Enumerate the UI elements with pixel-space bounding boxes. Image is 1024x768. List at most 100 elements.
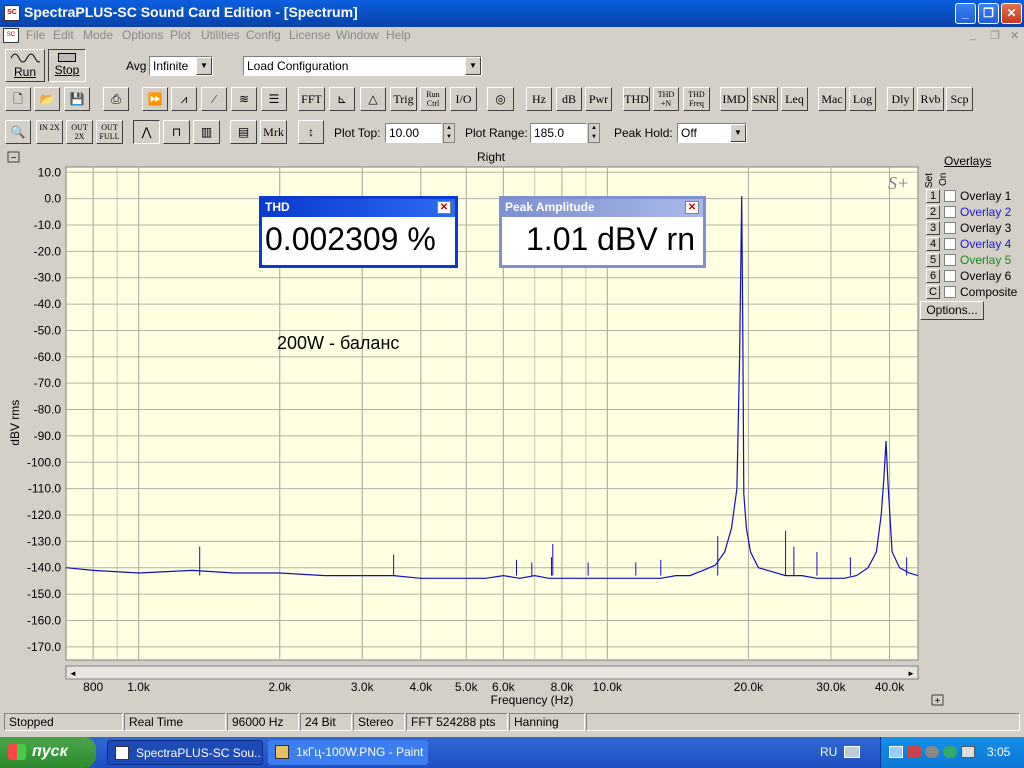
keyboard-icon[interactable] xyxy=(844,746,860,758)
thd-freq-button[interactable]: THD Freq xyxy=(683,87,710,111)
hz-button[interactable]: Hz xyxy=(526,87,552,111)
overlay-checkbox[interactable] xyxy=(944,270,956,282)
open-folder-icon[interactable]: 📂 xyxy=(34,87,60,111)
scroll-right-icon: ► xyxy=(907,669,915,678)
start-button[interactable]: пуск xyxy=(0,737,96,768)
chevron-down-icon[interactable]: ▼ xyxy=(730,124,746,142)
chevron-down-icon[interactable]: ▼ xyxy=(196,57,212,75)
dly-button[interactable]: Dly xyxy=(887,87,914,111)
scp-button[interactable]: Scp xyxy=(946,87,973,111)
fft-button[interactable]: FFT xyxy=(298,87,325,111)
overlay-checkbox[interactable] xyxy=(944,286,956,298)
document-icon[interactable]: SC xyxy=(3,28,19,43)
network-icon[interactable] xyxy=(889,746,903,758)
peak-hold-select[interactable]: Off ▼ xyxy=(677,123,747,143)
close-icon[interactable]: ✕ xyxy=(685,201,699,214)
menu-help[interactable]: Help xyxy=(386,28,411,42)
save-icon[interactable]: 💾 xyxy=(64,87,90,111)
menu-window[interactable]: Window xyxy=(336,28,379,42)
overlay-set-button[interactable]: 6 xyxy=(926,269,940,283)
zoom-out-full-button[interactable]: OUT FULL xyxy=(96,120,123,144)
language-indicator[interactable]: RU xyxy=(820,745,837,759)
stop-button[interactable]: Stop xyxy=(48,49,86,82)
overlay-checkbox[interactable] xyxy=(944,222,956,234)
overlay-set-button[interactable]: 5 xyxy=(926,253,940,267)
horizontal-scrollbar[interactable] xyxy=(65,665,919,680)
mdi-close-button[interactable]: ✕ xyxy=(1010,29,1019,42)
menu-mode[interactable]: Mode xyxy=(83,28,113,42)
minimize-button[interactable]: _ xyxy=(955,3,976,24)
overlay-set-button[interactable]: 3 xyxy=(926,221,940,235)
plot-top-input[interactable]: 10.00 xyxy=(385,123,442,143)
fast-forward-icon[interactable]: ⏩ xyxy=(142,87,168,111)
overlay-checkbox[interactable] xyxy=(944,254,956,266)
overlay-checkbox[interactable] xyxy=(944,238,956,250)
pwr-button[interactable]: Pwr xyxy=(585,87,612,111)
chevron-down-icon[interactable]: ▼ xyxy=(465,57,481,75)
thd-n-button[interactable]: THD +N xyxy=(653,87,679,111)
new-icon[interactable]: 🗋 xyxy=(5,87,31,111)
avg-select[interactable]: Infinite ▼ xyxy=(149,56,213,76)
thd-panel[interactable]: THD ✕ 0.002309 % xyxy=(259,196,458,268)
run-ctrl-button[interactable]: Run Ctrl xyxy=(420,87,446,111)
db-button[interactable]: dB xyxy=(556,87,582,111)
security-alert-icon[interactable] xyxy=(907,746,921,758)
menu-config[interactable]: Config xyxy=(246,28,281,42)
vertical-scale-icon[interactable]: ↕ xyxy=(298,120,324,144)
overlay-checkbox[interactable] xyxy=(944,206,956,218)
menu-edit[interactable]: Edit xyxy=(53,28,74,42)
print-icon[interactable]: ⎙ xyxy=(103,87,129,111)
close-button[interactable]: ✕ xyxy=(1001,3,1022,24)
phase-icon[interactable]: ∕ xyxy=(201,87,227,111)
waterfall-icon[interactable]: ☰ xyxy=(261,87,287,111)
menu-license[interactable]: License xyxy=(289,28,330,42)
imd-button[interactable]: IMD xyxy=(720,87,748,111)
mdi-restore-button[interactable]: ❐ xyxy=(990,29,1000,42)
trig-button[interactable]: Trig xyxy=(390,87,417,111)
signal-generator-icon[interactable]: ◎ xyxy=(487,87,514,111)
close-icon[interactable]: ✕ xyxy=(437,201,451,214)
task-paint[interactable]: 1кГц-100W.PNG - Paint xyxy=(268,740,428,765)
plot-range-spinner[interactable]: ▲ ▼ xyxy=(588,123,600,143)
maximize-button[interactable]: ❐ xyxy=(978,3,999,24)
task-spectraplus[interactable]: SpectraPLUS-SC Sou... xyxy=(107,740,263,765)
log-button[interactable]: Log xyxy=(849,87,876,111)
mrk-button[interactable]: Mrk xyxy=(260,120,287,144)
menu-utilities[interactable]: Utilities xyxy=(201,28,240,42)
thd-button[interactable]: THD xyxy=(623,87,650,111)
io-button[interactable]: I/O xyxy=(450,87,477,111)
bar-plot-icon[interactable]: ▥ xyxy=(193,120,220,144)
zoom-out-2x-button[interactable]: OUT 2X xyxy=(66,120,93,144)
peak-amplitude-panel[interactable]: Peak Amplitude ✕ 1.01 dBV rn xyxy=(499,196,706,268)
menu-file[interactable]: File xyxy=(26,28,45,42)
menu-plot[interactable]: Plot xyxy=(170,28,191,42)
zoom-icon[interactable]: 🔍 xyxy=(5,120,31,144)
load-configuration-select[interactable]: Load Configuration ▼ xyxy=(243,56,482,76)
overlay-options-button[interactable]: Options... xyxy=(920,301,984,320)
step-plot-icon[interactable]: ⊓ xyxy=(163,120,190,144)
rvb-button[interactable]: Rvb xyxy=(917,87,944,111)
line-plot-icon[interactable]: ⋀ xyxy=(133,120,160,144)
overlay-checkbox[interactable] xyxy=(944,190,956,202)
axis-icon[interactable]: ⊾ xyxy=(329,87,355,111)
zoom-in-2x-button[interactable]: IN 2X xyxy=(36,120,63,144)
plot-top-spinner[interactable]: ▲ ▼ xyxy=(443,123,455,143)
disk-icon[interactable] xyxy=(925,746,939,758)
mac-button[interactable]: Mac xyxy=(818,87,846,111)
volume-icon[interactable] xyxy=(961,746,975,758)
leq-button[interactable]: Leq xyxy=(781,87,808,111)
menu-options[interactable]: Options xyxy=(122,28,163,42)
update-icon[interactable] xyxy=(943,746,957,758)
snr-button[interactable]: SNR xyxy=(751,87,778,111)
triangle-icon[interactable]: △ xyxy=(360,87,386,111)
spectrum-view-icon[interactable]: ⩘ xyxy=(171,87,197,111)
overlay-set-button[interactable]: 4 xyxy=(926,237,940,251)
plot-range-input[interactable]: 185.0 xyxy=(530,123,587,143)
mdi-minimize-button[interactable]: _ xyxy=(970,29,976,41)
overlay-set-button[interactable]: C xyxy=(926,285,940,299)
overlay-set-button[interactable]: 1 xyxy=(926,189,940,203)
run-button[interactable]: Run xyxy=(5,49,45,82)
overlay-set-button[interactable]: 2 xyxy=(926,205,940,219)
table-icon[interactable]: ▤ xyxy=(230,120,257,144)
spectrogram-icon[interactable]: ≋ xyxy=(231,87,257,111)
